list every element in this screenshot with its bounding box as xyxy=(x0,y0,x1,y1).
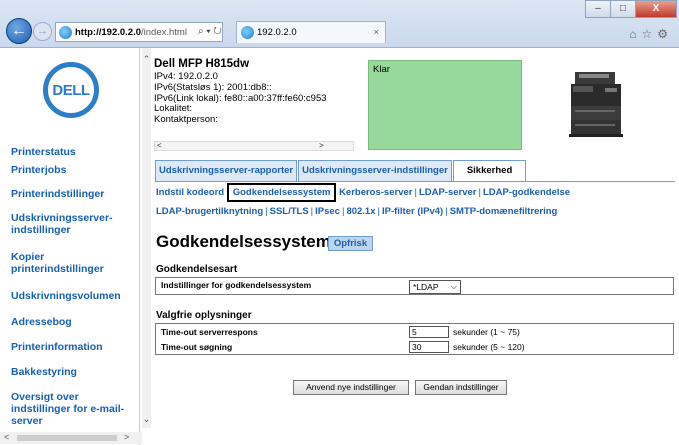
sublinks-row-1: Indstil kodeord Godkendelsessystem Kerbe… xyxy=(156,183,570,202)
apply-settings-button[interactable]: Anvend nye indstillinger xyxy=(293,380,409,395)
settings-tabs: Udskrivningsserver-rapporter Udskrivning… xyxy=(155,160,527,182)
link-godkendelsessystem[interactable]: Godkendelsessystem xyxy=(226,183,337,202)
nav-item-printerstatus[interactable]: Printerstatus xyxy=(11,146,129,158)
link-kerberos-server[interactable]: Kerberos-server xyxy=(339,187,412,198)
tab-divider xyxy=(155,181,675,182)
link-indstil-kodeord[interactable]: Indstil kodeord xyxy=(156,187,224,198)
chevron-down-icon: ⌵ xyxy=(450,282,457,291)
auth-section-heading: Godkendelsesart xyxy=(156,264,238,275)
server-timeout-label: Time-out serverrespons xyxy=(161,327,258,337)
nav-horizontal-scrollbar[interactable]: < > xyxy=(0,432,142,444)
search-timeout-input[interactable]: 30 xyxy=(409,341,449,353)
nav-item-printerjobs[interactable]: Printerjobs xyxy=(11,164,129,176)
device-ipv6-stateless: IPv6(Statsløs 1): 2001:db8:: xyxy=(154,81,272,93)
dell-logo: DELL xyxy=(43,62,99,118)
main-content: Dell MFP H815dw IPv4: 192.0.2.0 IPv6(Sta… xyxy=(152,48,679,445)
link-ipsec[interactable]: IPsec xyxy=(315,206,340,217)
close-window-button[interactable]: X xyxy=(635,0,677,18)
tab-title: 192.0.2.0 xyxy=(257,27,297,38)
nav-item-e-mail-server[interactable]: Oversigt over indstillinger for e-mail-s… xyxy=(11,391,129,427)
scroll-left-icon[interactable]: < xyxy=(157,141,162,150)
link-ip-filter[interactable]: IP-filter (IPv4) xyxy=(382,206,443,217)
nav-item-printerinformation[interactable]: Printerinformation xyxy=(11,341,129,353)
maximize-button[interactable]: □ xyxy=(610,0,636,18)
url-path: /index.html xyxy=(141,26,187,38)
link-smtp-domaenefiltrering[interactable]: SMTP-domænefiltrering xyxy=(450,206,558,217)
logo-text: DELL xyxy=(52,81,90,99)
link-separator: | xyxy=(377,206,380,217)
nav-item-bakkestyring[interactable]: Bakkestyring xyxy=(11,366,129,378)
auth-selected-value: *LDAP xyxy=(413,282,439,292)
server-timeout-hint: sekunder (1 ~ 75) xyxy=(453,327,520,337)
forward-button[interactable]: → xyxy=(33,22,52,41)
nav-item-udskrivningsvolumen[interactable]: Udskrivningsvolumen xyxy=(11,290,129,302)
auth-system-select[interactable]: *LDAP ⌵ xyxy=(409,280,461,294)
device-contact: Kontaktperson: xyxy=(154,114,218,126)
server-timeout-row: Time-out serverrespons 5 sekunder (1 ~ 7… xyxy=(156,325,673,339)
link-separator: | xyxy=(265,206,268,217)
link-802-1x[interactable]: 802.1x xyxy=(346,206,375,217)
nav-vertical-scrollbar[interactable]: ⌃ ⌄ xyxy=(142,48,151,428)
auth-row: Indstillinger for godkendelsessystem *LD… xyxy=(156,278,673,294)
server-timeout-input[interactable]: 5 xyxy=(409,326,449,338)
link-separator: | xyxy=(414,187,417,198)
page-title: Godkendelsessystem - xyxy=(156,232,342,251)
device-name: Dell MFP H815dw xyxy=(154,58,250,70)
link-separator: | xyxy=(445,206,448,217)
search-timeout-hint: sekunder (5 ~ 120) xyxy=(453,342,525,352)
status-text: Klar xyxy=(373,64,390,75)
url-host: http://192.0.2.0 xyxy=(75,26,141,38)
link-ldap-godkendelse[interactable]: LDAP-godkendelse xyxy=(483,187,570,198)
auth-section: Indstillinger for godkendelsessystem *LD… xyxy=(155,277,674,295)
scroll-down-icon[interactable]: ⌄ xyxy=(142,414,151,425)
tab-sikkerhed[interactable]: Sikkerhed xyxy=(452,160,527,182)
nav-item-kopier-printerindstillinger[interactable]: Kopier printerindstillinger xyxy=(11,251,129,275)
search-timeout-label: Time-out søgning xyxy=(161,342,233,352)
window-controls: – □ X xyxy=(585,0,677,18)
scroll-left-icon[interactable]: < xyxy=(4,432,9,442)
back-button[interactable]: ← xyxy=(6,18,32,44)
minimize-button[interactable]: – xyxy=(585,0,611,18)
scroll-up-icon[interactable]: ⌃ xyxy=(142,54,151,65)
scroll-right-icon[interactable]: > xyxy=(319,141,324,150)
browser-tab[interactable]: 192.0.2.0 × xyxy=(236,21,386,43)
link-ldap-server[interactable]: LDAP-server xyxy=(419,187,477,198)
link-separator: | xyxy=(310,206,314,217)
scroll-right-icon[interactable]: > xyxy=(124,432,129,442)
status-panel: Klar xyxy=(368,60,522,150)
toolbar-icons[interactable]: ⌂☆⚙ xyxy=(629,27,673,41)
scroll-thumb[interactable] xyxy=(17,435,117,441)
link-ldap-brugertilknytning[interactable]: LDAP-brugertilknytning xyxy=(156,206,263,217)
link-ssl-tls[interactable]: SSL/TLS xyxy=(270,206,309,217)
optional-section: Time-out serverrespons 5 sekunder (1 ~ 7… xyxy=(155,323,674,355)
link-separator: | xyxy=(478,187,481,198)
auth-label: Indstillinger for godkendelsessystem xyxy=(161,280,312,290)
search-refresh-controls[interactable]: ⌕ ▾ ↻ xyxy=(198,22,234,42)
printer-image xyxy=(569,72,623,137)
sublinks-row-2: LDAP-brugertilknytning | SSL/TLS | IPsec | 802… xyxy=(156,206,557,217)
search-timeout-row: Time-out søgning 30 sekunder (5 ~ 120) xyxy=(156,340,673,354)
nav-item-adressebog[interactable]: Adressebog xyxy=(11,316,129,328)
left-nav: DELL Printerstatus Printerjobs Printerin… xyxy=(0,48,140,445)
link-separator: | xyxy=(341,206,345,217)
ie-icon xyxy=(59,25,72,39)
optional-section-heading: Valgfrie oplysninger xyxy=(156,310,252,321)
tab-udskrivningsserver-indstillinger[interactable]: Udskrivningsserver-indstillinger xyxy=(298,160,452,182)
nav-item-printerindstillinger[interactable]: Printerindstillinger xyxy=(11,188,129,200)
ie-tab-icon xyxy=(241,26,254,39)
browser-chrome: – □ X ← → http://192.0.2.0/index.html ⌕ … xyxy=(0,0,679,48)
close-tab-icon[interactable]: × xyxy=(373,27,379,38)
tab-udskrivningsserver-rapporter[interactable]: Udskrivningsserver-rapporter xyxy=(155,160,298,182)
nav-item-udskrivningsserver-indstillinger[interactable]: Udskrivningsserver-indstillinger xyxy=(11,212,129,236)
device-info-scrollbar[interactable]: < > xyxy=(154,141,354,151)
refresh-button[interactable]: Opfrisk xyxy=(328,236,373,251)
restore-settings-button[interactable]: Gendan indstillinger xyxy=(415,380,507,395)
device-info: IPv4: 192.0.2.0 IPv6(Statsløs 1): 2001:d… xyxy=(154,71,354,126)
